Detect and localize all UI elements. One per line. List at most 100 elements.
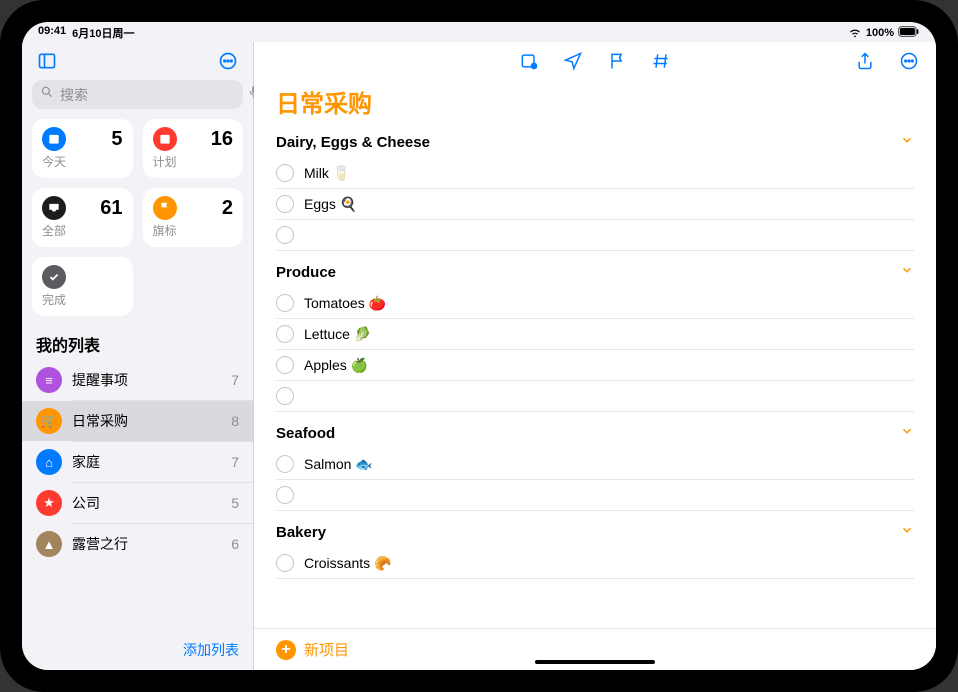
list-count: 7 — [231, 454, 239, 470]
search-icon — [40, 85, 54, 104]
share-button[interactable] — [852, 48, 878, 74]
calendar-today-icon — [42, 127, 66, 151]
sidebar-list-item[interactable]: ⌂ 家庭 7 — [22, 442, 253, 482]
section-header[interactable]: Seafood — [276, 418, 914, 449]
reminder-text[interactable]: Lettuce 🥬 — [304, 326, 371, 343]
smart-list-flagged[interactable]: 2 旗标 — [143, 188, 244, 247]
more-button[interactable] — [896, 48, 922, 74]
section-name: Produce — [276, 264, 336, 281]
completed-label: 完成 — [42, 291, 123, 308]
list-icon: ★ — [36, 490, 62, 516]
list-name: 提醒事项 — [72, 370, 221, 390]
section-header[interactable]: Bakery — [276, 517, 914, 548]
chevron-down-icon — [900, 523, 914, 542]
list-icon: ▲ — [36, 531, 62, 557]
completion-toggle[interactable] — [276, 164, 294, 182]
inbox-icon — [42, 196, 66, 220]
flag-button[interactable] — [604, 48, 630, 74]
reminder-item[interactable]: Milk 🥛 — [276, 158, 914, 189]
checkmark-icon — [42, 265, 66, 289]
my-lists-header: 我的列表 — [22, 326, 253, 360]
list-icon: ⌂ — [36, 449, 62, 475]
toggle-sidebar-button[interactable] — [34, 48, 60, 74]
reminder-item[interactable]: Lettuce 🥬 — [276, 319, 914, 350]
completion-toggle[interactable] — [276, 195, 294, 213]
location-button[interactable] — [560, 48, 586, 74]
calendar-icon — [153, 127, 177, 151]
sidebar-list-item[interactable]: 🛒 日常采购 8 — [22, 401, 253, 441]
chevron-down-icon — [900, 424, 914, 443]
completion-toggle[interactable] — [276, 356, 294, 374]
today-count: 5 — [111, 128, 122, 151]
reminder-item[interactable] — [276, 381, 914, 412]
completion-toggle[interactable] — [276, 455, 294, 473]
list-count: 6 — [231, 536, 239, 552]
calendar-badge-button[interactable] — [516, 48, 542, 74]
search-field[interactable] — [32, 80, 243, 109]
completion-toggle[interactable] — [276, 325, 294, 343]
list-name: 日常采购 — [72, 411, 221, 431]
battery-icon — [898, 26, 920, 40]
today-label: 今天 — [42, 153, 123, 170]
search-input[interactable] — [60, 87, 241, 103]
scheduled-label: 计划 — [153, 153, 234, 170]
section-header[interactable]: Dairy, Eggs & Cheese — [276, 127, 914, 158]
list-name: 公司 — [72, 493, 221, 513]
all-count: 61 — [100, 197, 122, 220]
sidebar: 5 今天 16 计划 — [22, 42, 254, 670]
reminder-text[interactable]: Croissants 🥐 — [304, 555, 391, 572]
reminder-item[interactable]: Croissants 🥐 — [276, 548, 914, 579]
reminder-text[interactable]: Eggs 🍳 — [304, 196, 357, 213]
reminder-item[interactable] — [276, 480, 914, 511]
wifi-icon — [848, 25, 862, 42]
completion-toggle[interactable] — [276, 387, 294, 405]
new-item-label: 新项目 — [304, 639, 349, 660]
reminder-text[interactable]: Milk 🥛 — [304, 165, 350, 182]
reminder-text[interactable]: Salmon 🐟 — [304, 456, 373, 473]
reminder-item[interactable]: Apples 🍏 — [276, 350, 914, 381]
status-time: 09:41 — [38, 25, 66, 41]
section-name: Seafood — [276, 425, 335, 442]
status-date: 6月10日周一 — [72, 25, 134, 41]
completion-toggle[interactable] — [276, 294, 294, 312]
plus-icon: + — [276, 640, 296, 660]
add-list-button[interactable]: 添加列表 — [183, 642, 239, 658]
list-title: 日常采购 — [254, 80, 936, 127]
status-bar: 09:41 6月10日周一 100% — [22, 22, 936, 42]
completion-toggle[interactable] — [276, 486, 294, 504]
reminder-text[interactable]: Apples 🍏 — [304, 357, 368, 374]
list-count: 8 — [231, 413, 239, 429]
smart-list-today[interactable]: 5 今天 — [32, 119, 133, 178]
flag-icon — [153, 196, 177, 220]
sidebar-list-item[interactable]: ▲露营之行6 — [22, 524, 253, 564]
reminder-item[interactable]: Eggs 🍳 — [276, 189, 914, 220]
sidebar-more-button[interactable] — [215, 48, 241, 74]
reminder-item[interactable]: Tomatoes 🍅 — [276, 288, 914, 319]
sidebar-list-item[interactable]: ★ 公司 5 — [22, 483, 253, 523]
battery-percent: 100% — [866, 27, 894, 39]
list-count: 7 — [231, 372, 239, 388]
reminder-item[interactable] — [276, 220, 914, 251]
flagged-label: 旗标 — [153, 222, 234, 239]
list-icon: 🛒 — [36, 408, 62, 434]
home-indicator[interactable] — [535, 660, 655, 664]
main-panel: 日常采购 Dairy, Eggs & Cheese Milk 🥛 Eggs 🍳 Pro… — [254, 42, 936, 670]
scheduled-count: 16 — [211, 128, 233, 151]
all-label: 全部 — [42, 222, 123, 239]
completion-toggle[interactable] — [276, 554, 294, 572]
section-header[interactable]: Produce — [276, 257, 914, 288]
list-name: 家庭 — [72, 452, 221, 472]
sidebar-list-item[interactable]: ≡提醒事项7 — [22, 360, 253, 400]
smart-list-completed[interactable]: 完成 — [32, 257, 133, 316]
flagged-count: 2 — [222, 197, 233, 220]
list-count: 5 — [231, 495, 239, 511]
smart-list-scheduled[interactable]: 16 计划 — [143, 119, 244, 178]
smart-list-all[interactable]: 61 全部 — [32, 188, 133, 247]
completion-toggle[interactable] — [276, 226, 294, 244]
tag-button[interactable] — [648, 48, 674, 74]
reminder-item[interactable]: Salmon 🐟 — [276, 449, 914, 480]
reminder-text[interactable]: Tomatoes 🍅 — [304, 295, 386, 312]
section-name: Dairy, Eggs & Cheese — [276, 134, 430, 151]
section-name: Bakery — [276, 524, 326, 541]
chevron-down-icon — [900, 133, 914, 152]
